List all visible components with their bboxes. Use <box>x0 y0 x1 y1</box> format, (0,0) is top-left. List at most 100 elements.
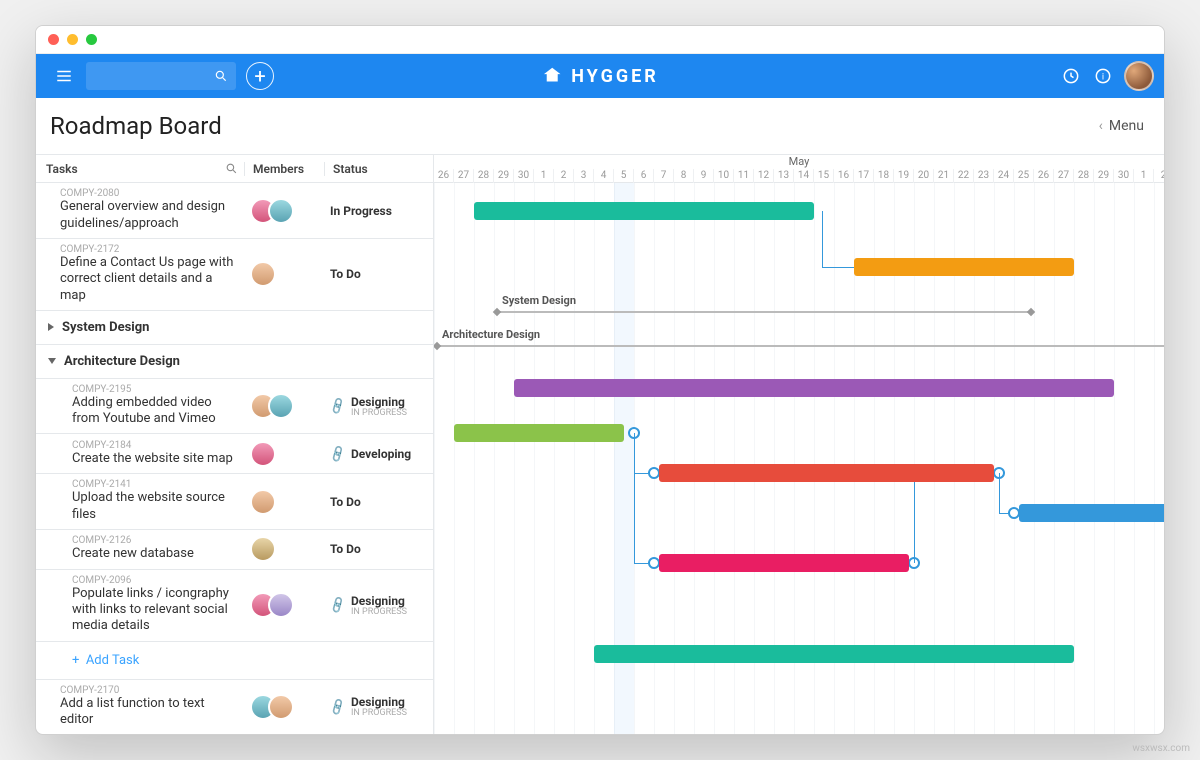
group-bar <box>434 345 1164 347</box>
task-row[interactable]: COMPY-2170Add a list function to text ed… <box>36 680 433 735</box>
gantt-bar[interactable] <box>1019 504 1164 522</box>
timeline-day: 21 <box>934 169 954 183</box>
group-bar <box>494 311 1034 313</box>
tasks-columns-header: Tasks Members Status <box>36 155 433 183</box>
gantt-bar[interactable] <box>854 258 1074 276</box>
task-row[interactable]: COMPY-2172Define a Contact Us page with … <box>36 239 433 311</box>
group-name: System Design <box>62 320 149 335</box>
member-avatars <box>250 441 276 467</box>
link-icon: 🔗 <box>328 697 348 717</box>
member-avatars <box>250 536 276 562</box>
chevron-left-icon: ‹ <box>1099 118 1103 134</box>
board-menu-link[interactable]: ‹ Menu <box>1099 118 1144 134</box>
timeline-header: May 262728293012345678910111213141516171… <box>434 155 1164 183</box>
task-id: COMPY-2172 <box>60 245 236 255</box>
gantt-bar[interactable] <box>594 645 1074 663</box>
plus-icon: + <box>72 653 86 668</box>
search-icon <box>214 69 228 83</box>
search-input[interactable] <box>86 62 236 90</box>
watermark: wsxwsx.com <box>1132 743 1190 754</box>
task-id: COMPY-2141 <box>72 480 236 490</box>
task-row[interactable]: COMPY-2195Adding embedded video from You… <box>36 379 433 435</box>
task-id: COMPY-2184 <box>72 441 236 451</box>
gantt-bar[interactable] <box>659 554 909 572</box>
group-bar-label: Architecture Design <box>442 328 540 341</box>
timeline-day: 15 <box>814 169 834 183</box>
task-status: To Do <box>330 542 361 556</box>
member-avatars <box>250 261 276 287</box>
timeline-day: 28 <box>474 169 494 183</box>
task-title: Define a Contact Us page with correct cl… <box>60 255 236 304</box>
add-task-row[interactable]: + Add Task <box>36 642 433 680</box>
task-row[interactable]: COMPY-2080General overview and design gu… <box>36 183 433 239</box>
app-window: + HYGGER i Roadmap Board ‹Menu Tasks <box>35 25 1165 735</box>
task-row[interactable]: COMPY-2096Populate links / icongraphy wi… <box>36 570 433 642</box>
group-name: Architecture Design <box>64 354 180 369</box>
timeline-day: 27 <box>1054 169 1074 183</box>
search-icon[interactable] <box>225 162 238 175</box>
gantt-bar[interactable] <box>454 424 624 442</box>
timeline-day: 29 <box>494 169 514 183</box>
board-title: Roadmap Board <box>50 112 222 140</box>
tasks-panel: Tasks Members Status COMPY-2080General o… <box>36 155 434 734</box>
task-title: Populate links / icongraphy with links t… <box>72 586 236 635</box>
task-status: Developing <box>351 447 411 461</box>
timeline-panel[interactable]: May 262728293012345678910111213141516171… <box>434 155 1164 734</box>
task-id: COMPY-2080 <box>60 189 236 199</box>
user-avatar[interactable] <box>1124 61 1154 91</box>
group-row[interactable]: System Design <box>36 311 433 345</box>
timeline-day: 10 <box>714 169 734 183</box>
close-icon[interactable] <box>48 34 59 45</box>
gantt-bar[interactable] <box>514 379 1114 397</box>
timeline-month: May <box>434 155 1164 169</box>
timeline-day: 20 <box>914 169 934 183</box>
timeline-day: 26 <box>1034 169 1054 183</box>
info-button[interactable]: i <box>1092 65 1114 87</box>
task-row[interactable]: COMPY-2141Upload the website source file… <box>36 474 433 530</box>
group-row[interactable]: Architecture Design <box>36 345 433 379</box>
task-substatus: IN PROGRESS <box>351 709 407 718</box>
member-avatars <box>250 592 294 618</box>
task-title: Add a list function to text editor <box>60 696 236 729</box>
gantt-bar[interactable] <box>659 464 994 482</box>
gantt-bar[interactable] <box>474 202 814 220</box>
task-id: COMPY-2170 <box>60 686 236 696</box>
link-icon: 🔗 <box>328 396 348 416</box>
chevron-right-icon <box>48 323 54 331</box>
task-status: To Do <box>330 495 361 509</box>
timeline-day: 25 <box>1014 169 1034 183</box>
timeline-day: 29 <box>1094 169 1114 183</box>
menu-button[interactable] <box>46 58 82 94</box>
task-id: COMPY-2096 <box>72 576 236 586</box>
chevron-down-icon <box>48 358 56 364</box>
history-button[interactable] <box>1060 65 1082 87</box>
link-icon: 🔗 <box>328 444 348 464</box>
member-avatars <box>250 694 294 720</box>
hamburger-icon <box>55 67 73 85</box>
timeline-day: 26 <box>434 169 454 183</box>
task-status: Designing <box>351 395 407 409</box>
timeline-day: 30 <box>1114 169 1134 183</box>
logo-icon <box>541 65 563 87</box>
timeline-day: 28 <box>1074 169 1094 183</box>
menu-label: Menu <box>1109 118 1144 134</box>
task-status: Designing <box>351 695 407 709</box>
task-row[interactable]: COMPY-2184Create the website site map 🔗D… <box>36 434 433 474</box>
task-row[interactable]: COMPY-2126Create new database To Do <box>36 530 433 570</box>
timeline-day: 2 <box>554 169 574 183</box>
task-title: Upload the website source files <box>72 490 236 523</box>
timeline-day: 11 <box>734 169 754 183</box>
task-title: Create the website site map <box>72 451 236 467</box>
task-status: In Progress <box>330 204 392 218</box>
add-button[interactable]: + <box>246 62 274 90</box>
timeline-day: 13 <box>774 169 794 183</box>
add-task-label: Add Task <box>86 653 140 668</box>
timeline-day: 16 <box>834 169 854 183</box>
minimize-icon[interactable] <box>67 34 78 45</box>
group-bar-label: System Design <box>502 294 576 307</box>
timeline-day: 1 <box>534 169 554 183</box>
timeline-day: 1 <box>1134 169 1154 183</box>
member-avatars <box>250 489 276 515</box>
timeline-day: 14 <box>794 169 814 183</box>
maximize-icon[interactable] <box>86 34 97 45</box>
